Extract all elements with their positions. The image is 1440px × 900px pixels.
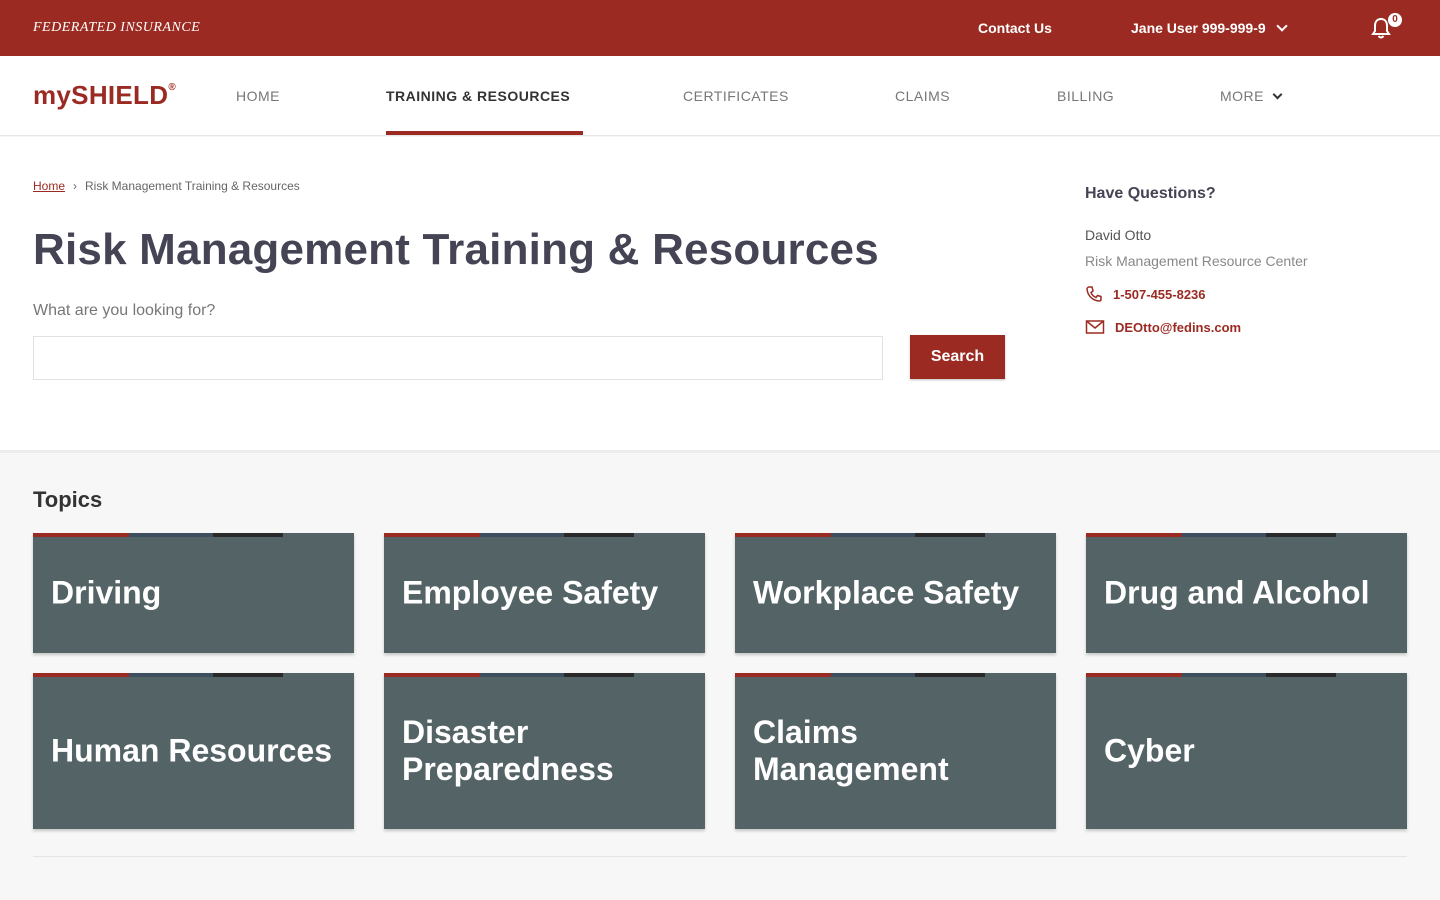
topic-tile-driving[interactable]: Driving (33, 533, 354, 653)
tile-accent-bar (1086, 673, 1407, 677)
nav-home[interactable]: HOME (236, 88, 280, 104)
page-title: Risk Management Training & Resources (33, 225, 879, 274)
breadcrumb-home-link[interactable]: Home (33, 179, 65, 193)
myshield-logo[interactable]: mySHIELD® (33, 80, 176, 111)
top-bar: FEDERATED INSURANCE Contact Us Jane User… (0, 0, 1440, 56)
contact-phone-row[interactable]: 1-507-455-8236 (1085, 285, 1415, 303)
topic-tile-disaster-preparedness[interactable]: Disaster Preparedness (384, 673, 705, 829)
nav-more-label: MORE (1220, 88, 1264, 104)
topic-tile-employee-safety[interactable]: Employee Safety (384, 533, 705, 653)
topic-tile-label: Human Resources (51, 732, 332, 769)
contact-role: Risk Management Resource Center (1085, 253, 1308, 269)
breadcrumb-current: Risk Management Training & Resources (85, 179, 300, 193)
contact-panel: Have Questions? David Otto Risk Manageme… (1085, 185, 1415, 335)
contact-email-row[interactable]: DEOtto@fedins.com (1085, 319, 1415, 335)
topic-tile-label: Workplace Safety (753, 574, 1020, 611)
breadcrumb-separator: › (73, 179, 78, 193)
search-button[interactable]: Search (910, 335, 1005, 379)
nav-billing[interactable]: BILLING (1057, 88, 1114, 104)
myshield-logo-text: mySHIELD (33, 80, 169, 110)
nav-more[interactable]: MORE (1220, 88, 1283, 104)
search-label: What are you looking for? (33, 302, 216, 319)
user-account-label: Jane User 999-999-9 (1131, 20, 1266, 36)
topic-tile-label: Employee Safety (402, 574, 659, 611)
user-account-menu[interactable]: Jane User 999-999-9 (1131, 20, 1288, 36)
topic-tile-label: Claims Management (753, 714, 949, 787)
topic-tile-label: Driving (51, 574, 162, 611)
nav-claims[interactable]: CLAIMS (895, 88, 950, 104)
tile-accent-bar (735, 533, 1056, 537)
tile-accent-bar (735, 673, 1056, 677)
contact-email[interactable]: DEOtto@fedins.com (1115, 320, 1241, 335)
topic-tile-label: Disaster Preparedness (402, 714, 614, 787)
registered-mark: ® (168, 82, 176, 93)
contact-name: David Otto (1085, 227, 1152, 243)
notifications-button[interactable]: 0 (1370, 13, 1406, 40)
contact-phone[interactable]: 1-507-455-8236 (1113, 287, 1206, 302)
tile-accent-bar (384, 533, 705, 537)
chevron-down-icon (1275, 20, 1288, 32)
section-divider (33, 856, 1407, 857)
envelope-icon (1085, 320, 1105, 334)
breadcrumb: Home › Risk Management Training & Resour… (33, 179, 300, 193)
topic-tile-drug-and-alcohol[interactable]: Drug and Alcohol (1086, 533, 1407, 653)
topic-tile-human-resources[interactable]: Human Resources (33, 673, 354, 829)
phone-icon (1086, 286, 1102, 302)
contact-panel-title: Have Questions? (1085, 185, 1216, 202)
tile-accent-bar (33, 533, 354, 537)
contact-us-link[interactable]: Contact Us (978, 20, 1052, 36)
nav-certificates[interactable]: CERTIFICATES (683, 88, 789, 104)
topics-heading: Topics (33, 487, 103, 512)
page-header: Home › Risk Management Training & Resour… (0, 137, 1440, 453)
tile-accent-bar (384, 673, 705, 677)
federated-logo[interactable]: FEDERATED INSURANCE (33, 20, 200, 36)
nav-training-resources[interactable]: TRAINING & RESOURCES (386, 88, 570, 104)
active-tab-indicator (386, 131, 583, 135)
notification-count-badge: 0 (1388, 13, 1402, 27)
topic-tile-workplace-safety[interactable]: Workplace Safety (735, 533, 1056, 653)
topic-tile-claims-management[interactable]: Claims Management (735, 673, 1056, 829)
search-input[interactable] (33, 336, 883, 380)
main-navigation: mySHIELD® HOME TRAINING & RESOURCES CERT… (0, 56, 1440, 136)
tile-accent-bar (33, 673, 354, 677)
topic-tile-cyber[interactable]: Cyber (1086, 673, 1407, 829)
tile-accent-bar (1086, 533, 1407, 537)
chevron-down-icon (1272, 89, 1283, 99)
topic-tile-label: Drug and Alcohol (1104, 574, 1370, 611)
topic-tile-label: Cyber (1104, 732, 1195, 769)
